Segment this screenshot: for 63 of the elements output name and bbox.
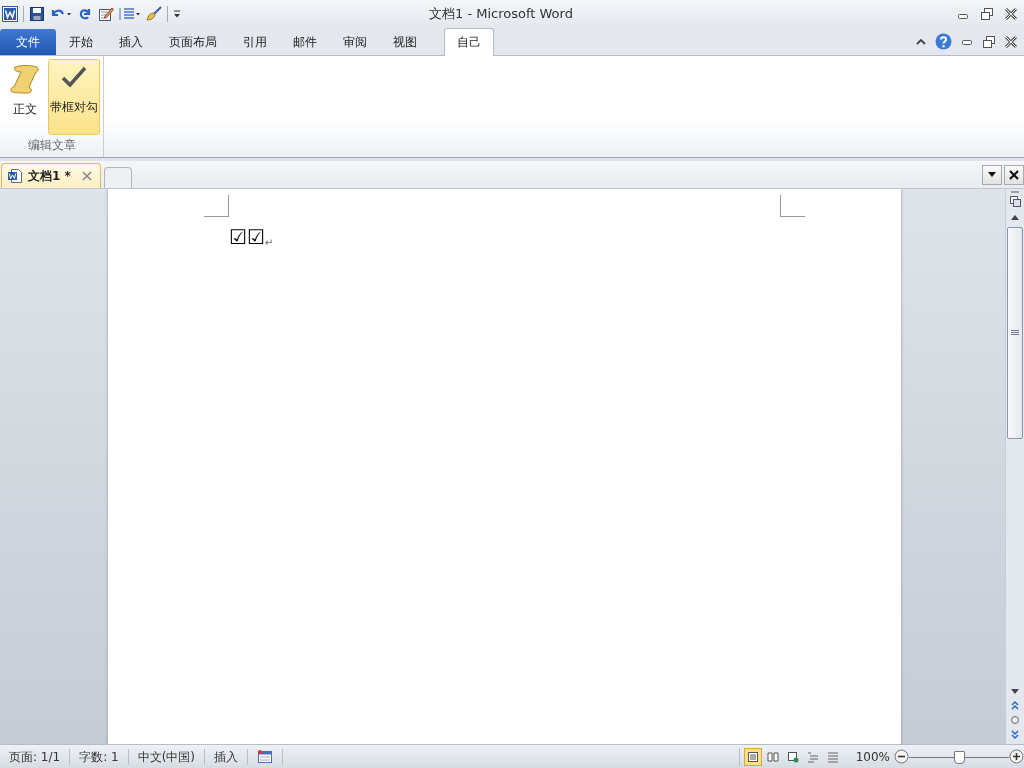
file-tab[interactable]: 文件	[0, 29, 56, 55]
text-style-button[interactable]: 正文	[3, 59, 46, 135]
view-icon	[766, 750, 779, 763]
close-tab-icon[interactable]	[81, 171, 92, 181]
close-document-button[interactable]	[1004, 164, 1024, 185]
ribbon-tab[interactable]: 插入	[106, 29, 156, 55]
grip-icon	[1011, 330, 1019, 336]
crop-mark	[780, 195, 805, 217]
customize-dropdown-icon[interactable]	[173, 8, 181, 20]
dropdown-icon	[988, 172, 996, 177]
ribbon-tab[interactable]: 引用	[230, 29, 280, 55]
view-icon	[786, 750, 799, 763]
zoom-slider-thumb[interactable]	[954, 750, 965, 764]
scroll-up-icon[interactable]	[1010, 214, 1020, 222]
brush-icon[interactable]	[146, 6, 162, 22]
zoom-in-icon[interactable]	[1009, 749, 1024, 764]
list-icon[interactable]	[119, 6, 141, 22]
next-page-icon[interactable]	[1010, 730, 1020, 740]
zoom-out-icon[interactable]	[894, 749, 909, 764]
restore-icon[interactable]	[982, 34, 996, 49]
status-item[interactable]: 字数: 1	[70, 748, 129, 765]
ribbon-tab[interactable]: 页面布局	[156, 29, 230, 55]
window-title: 文档1 - Microsoft Word	[429, 5, 573, 23]
status-item[interactable]: 中文(中国)	[128, 748, 206, 765]
save-icon[interactable]	[29, 6, 45, 22]
crop-mark	[204, 195, 229, 217]
document-tab[interactable]: 文档1 *	[1, 163, 101, 188]
check-style-button[interactable]: 带框对勾	[47, 59, 100, 135]
ribbon-tab[interactable]: 视图	[380, 29, 430, 55]
scroll-down-icon[interactable]	[1010, 687, 1020, 695]
status-item[interactable]: 插入	[205, 748, 249, 765]
view-icon	[806, 750, 819, 763]
group-label: 编辑文章	[27, 137, 76, 154]
scroll-icon	[8, 63, 41, 95]
close-icon[interactable]	[1004, 34, 1018, 49]
previous-page-icon[interactable]	[1010, 700, 1020, 710]
redo-icon[interactable]	[77, 6, 93, 22]
ribbon-tab[interactable]: 开始	[56, 29, 106, 55]
word-document-icon	[7, 168, 23, 184]
zoom-level[interactable]: 100%	[855, 749, 890, 764]
macro-record-icon[interactable]	[257, 749, 274, 764]
view-icon	[826, 750, 839, 763]
close-icon[interactable]	[1004, 7, 1018, 21]
scroll-thumb[interactable]	[1007, 227, 1023, 439]
close-icon	[1009, 169, 1019, 180]
status-item[interactable]: 页面: 1/1	[0, 748, 71, 765]
view-button[interactable]	[743, 747, 762, 766]
paragraph-mark: ↵	[264, 237, 274, 248]
vertical-scrollbar[interactable]	[1005, 189, 1024, 744]
zoom-slider[interactable]	[909, 748, 1009, 765]
ribbon-tab[interactable]: 邮件	[280, 29, 330, 55]
ribbon-tab[interactable]: 自己	[444, 28, 494, 56]
edit-icon[interactable]	[98, 6, 114, 22]
ruler-toggle-icon[interactable]	[1008, 191, 1022, 209]
word-logo-icon[interactable]	[2, 6, 18, 22]
restore-icon[interactable]	[980, 7, 994, 21]
tab-list-button[interactable]	[982, 164, 1002, 185]
view-icon	[746, 750, 759, 763]
checkbox-symbols: ☑☑	[229, 226, 265, 248]
document-tab-label: 文档1 *	[28, 167, 71, 185]
select-browse-object-icon[interactable]	[1010, 715, 1020, 725]
help-icon[interactable]	[935, 33, 952, 50]
ribbon-tab[interactable]: 审阅	[330, 29, 380, 55]
